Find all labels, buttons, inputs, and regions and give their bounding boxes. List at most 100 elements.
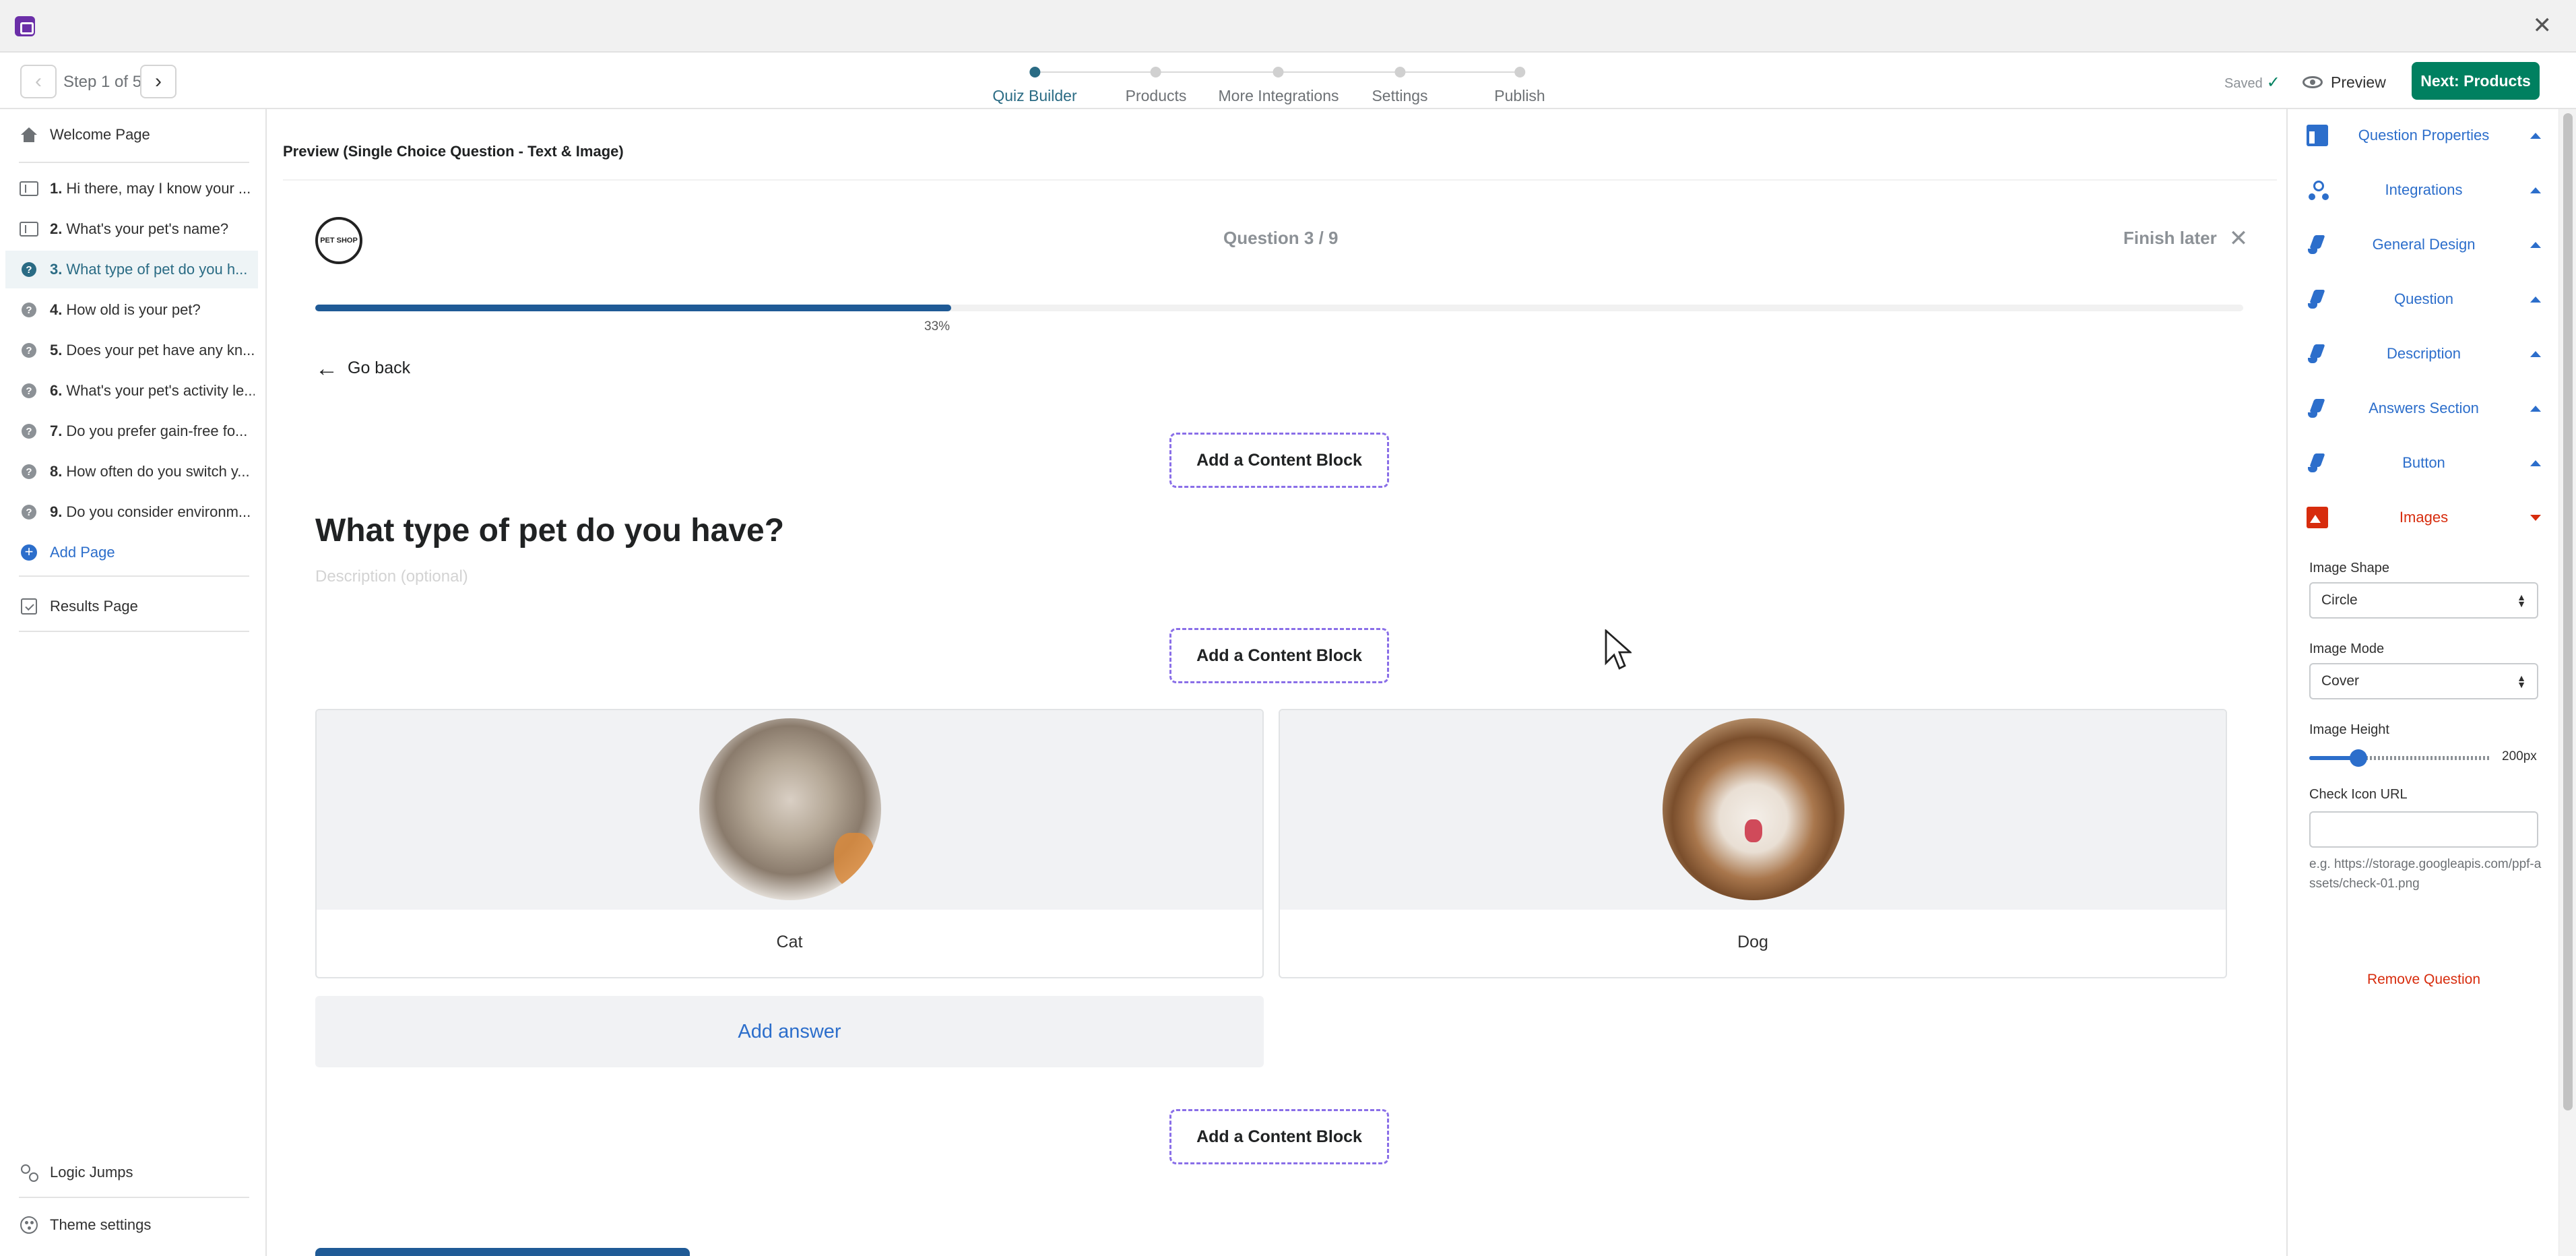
go-back-button[interactable]: ← Go back (315, 357, 411, 380)
section-label: Description (2386, 345, 2461, 362)
saved-label: Saved (2224, 76, 2263, 91)
plus-circle-icon: + (19, 542, 39, 563)
sidebar-item-question-6[interactable]: ? 6. What's your pet's activity le... (19, 372, 255, 410)
step-products[interactable]: Products (1126, 62, 1186, 105)
scrollbar-thumb[interactable] (2563, 113, 2573, 1110)
chevron-up-icon (2530, 405, 2541, 412)
chevron-up-icon (2530, 296, 2541, 303)
logic-jumps-button[interactable]: Logic Jumps (19, 1154, 255, 1191)
sidebar-item-question-3[interactable]: ? 3. What type of pet do you h... (5, 251, 258, 288)
step-label: More Integrations (1218, 87, 1339, 104)
question-number: 6. (50, 382, 63, 399)
image-mode-label: Image Mode (2309, 641, 2385, 656)
section-question-properties[interactable]: Question Properties (2288, 112, 2560, 159)
sidebar-item-question-5[interactable]: ? 5. Does your pet have any kn... (19, 332, 255, 369)
add-content-block-button[interactable]: Add a Content Block (1169, 1109, 1389, 1164)
remove-question-button[interactable]: Remove Question (2288, 972, 2560, 988)
sidebar-item-question-4[interactable]: ? 4. How old is your pet? (19, 291, 255, 329)
section-label: Integrations (2385, 181, 2463, 198)
answer-label: Dog (1737, 933, 1768, 951)
page-scrollbar[interactable] (2558, 109, 2576, 1256)
section-label: Answers Section (2369, 400, 2479, 416)
theme-settings-button[interactable]: Theme settings (19, 1206, 255, 1244)
step-quiz-builder[interactable]: Quiz Builder (992, 62, 1077, 105)
check-icon-url-input[interactable] (2309, 811, 2538, 848)
add-page-button[interactable]: + Add Page (19, 534, 255, 571)
question-icon: ? (19, 462, 39, 482)
question-icon: ? (19, 381, 39, 401)
go-back-label: Go back (348, 358, 411, 377)
next-products-button[interactable]: Next: Products (2412, 62, 2540, 100)
progress-fill (315, 305, 952, 311)
image-shape-value: Circle (2321, 592, 2358, 608)
finish-later-button[interactable]: Finish later ✕ (2123, 227, 2248, 250)
answer-label: Cat (776, 933, 803, 951)
sidebar-item-results[interactable]: Results Page (19, 588, 255, 625)
eye-icon (2303, 76, 2323, 88)
slider-thumb[interactable] (2349, 749, 2367, 767)
answer-option-cat[interactable]: Cat (315, 709, 1264, 978)
logic-jumps-icon (19, 1162, 39, 1183)
section-answers[interactable]: Answers Section (2288, 385, 2560, 432)
image-shape-select[interactable]: Circle ▲ ▼ (2309, 582, 2538, 619)
next-step-button[interactable]: › (140, 65, 176, 98)
finish-later-label: Finish later (2123, 228, 2217, 248)
image-shape-label: Image Shape (2309, 561, 2389, 575)
add-content-block-button[interactable]: Add a Content Block (1169, 628, 1389, 683)
sidebar-item-question-7[interactable]: ? 7. Do you prefer gain-free fo... (19, 412, 255, 450)
section-integrations[interactable]: Integrations (2288, 166, 2560, 214)
sidebar-item-question-1[interactable]: 1. Hi there, may I know your ... (19, 170, 255, 208)
step-dot (1029, 67, 1040, 77)
sidebar-divider (19, 1197, 249, 1198)
sidebar-item-welcome[interactable]: Welcome Page (19, 116, 255, 154)
sidebar-item-question-2[interactable]: 2. What's your pet's name? (19, 210, 255, 248)
integrations-icon (2307, 179, 2328, 201)
layout-icon (2307, 125, 2328, 146)
brush-icon (2307, 288, 2328, 310)
answer-option-dog[interactable]: Dog (1279, 709, 2227, 978)
step-settings[interactable]: Settings (1372, 62, 1428, 105)
section-label: Question Properties (2358, 127, 2490, 144)
question-icon: ? (19, 259, 39, 280)
step-more-integrations[interactable]: More Integrations (1219, 62, 1339, 105)
check-icon: ✓ (2266, 73, 2280, 92)
sidebar-divider (19, 575, 249, 577)
image-height-slider[interactable] (2309, 749, 2491, 767)
step-label: Publish (1494, 87, 1545, 104)
sidebar-item-question-8[interactable]: ? 8. How often do you switch y... (19, 453, 255, 491)
stepper: Quiz Builder Products More Integrations … (992, 62, 1575, 109)
top-bar: ‹ Step 1 of 5 › Quiz Builder Products Mo… (0, 53, 2576, 109)
select-arrows-icon: ▲ ▼ (2517, 592, 2526, 609)
question-icon: ? (19, 340, 39, 360)
question-icon: ? (19, 421, 39, 441)
section-label: General Design (2372, 236, 2476, 253)
section-description[interactable]: Description (2288, 330, 2560, 377)
add-content-block-button[interactable]: Add a Content Block (1169, 433, 1389, 488)
section-images[interactable]: Images (2288, 494, 2560, 541)
section-general-design[interactable]: General Design (2288, 221, 2560, 268)
step-dot (1394, 67, 1405, 77)
sidebar-item-label: Do you prefer gain-free fo... (66, 422, 248, 439)
section-button[interactable]: Button (2288, 439, 2560, 486)
add-answer-button[interactable]: Add answer (315, 996, 1264, 1067)
preview-title: Preview (Single Choice Question - Text &… (283, 143, 624, 160)
image-mode-select[interactable]: Cover ▲ ▼ (2309, 663, 2538, 699)
sidebar-item-question-9[interactable]: ? 9. Do you consider environm... (19, 493, 255, 531)
step-dot (1514, 67, 1525, 77)
app-icon (15, 16, 35, 36)
submit-button[interactable] (315, 1248, 690, 1256)
step-publish[interactable]: Publish (1494, 62, 1545, 105)
sidebar-divider (19, 162, 249, 163)
question-title[interactable]: What type of pet do you have? (315, 512, 784, 549)
home-icon (19, 125, 39, 145)
question-counter: Question 3 / 9 (1223, 228, 1339, 248)
section-label: Images (2399, 509, 2449, 526)
section-question[interactable]: Question (2288, 276, 2560, 323)
pages-sidebar: Welcome Page 1. Hi there, may I know you… (0, 109, 267, 1256)
previous-step-button[interactable]: ‹ (20, 65, 57, 98)
chevron-up-icon (2530, 460, 2541, 466)
preview-button[interactable]: Preview (2303, 67, 2386, 97)
close-window-icon[interactable]: ✕ (2533, 12, 2552, 39)
sidebar-item-label: Welcome Page (50, 126, 150, 143)
description-field[interactable]: Description (optional) (315, 567, 468, 586)
